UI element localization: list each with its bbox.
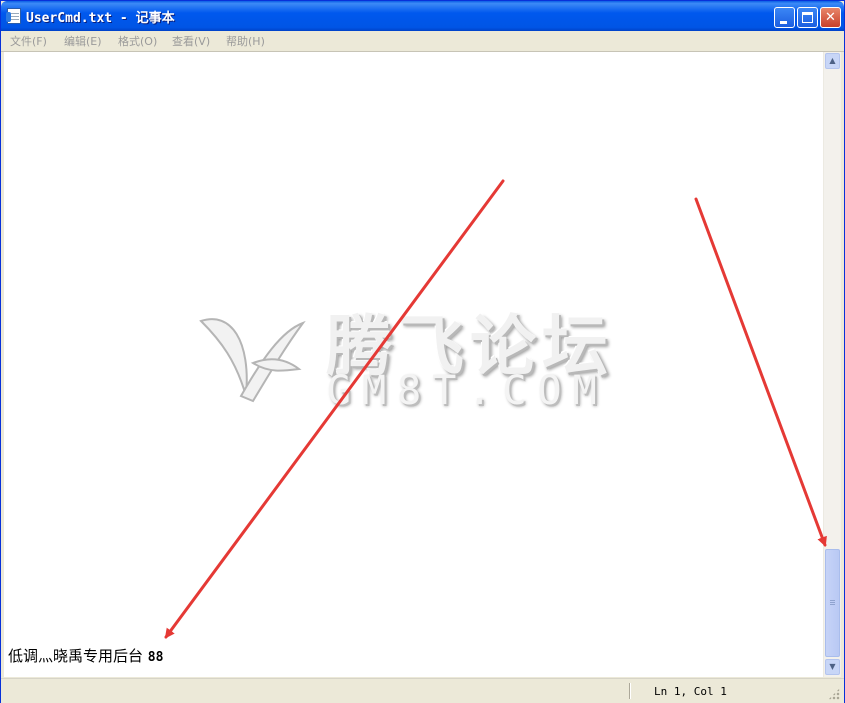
editor-line: 低调灬晓禹专用后台 88 — [8, 645, 163, 666]
resize-grip-icon[interactable] — [828, 688, 840, 700]
chevron-down-icon: ▼ — [829, 662, 836, 671]
menu-help[interactable]: 帮助(H) — [226, 33, 265, 49]
menu-edit[interactable]: 编辑(E) — [64, 33, 102, 49]
notepad-window: UserCmd.txt - 记事本 ✕ 文件(F) 编辑(E) 格式(O) 查看… — [0, 0, 845, 703]
maximize-icon — [802, 12, 813, 23]
cursor-position: Ln 1, Col 1 — [654, 685, 727, 698]
scroll-up-button[interactable]: ▲ — [825, 53, 840, 69]
minimize-icon — [780, 21, 787, 24]
menu-format[interactable]: 格式(O) — [118, 33, 157, 49]
scroll-down-button[interactable]: ▼ — [825, 659, 840, 675]
menu-bar: 文件(F) 编辑(E) 格式(O) 查看(V) 帮助(H) — [1, 31, 844, 52]
close-icon: ✕ — [825, 10, 836, 25]
title-bar[interactable]: UserCmd.txt - 记事本 ✕ — [1, 1, 844, 31]
status-divider — [629, 683, 630, 699]
window-title: UserCmd.txt - 记事本 — [26, 11, 175, 26]
scrollbar-thumb[interactable] — [825, 549, 840, 657]
vertical-scrollbar[interactable]: ▲ ▼ — [823, 52, 841, 677]
watermark-subtitle: GM8T.COM — [327, 368, 608, 414]
watermark-logo-icon — [199, 318, 306, 403]
menu-view[interactable]: 查看(V) — [172, 33, 210, 49]
chevron-up-icon: ▲ — [829, 56, 836, 65]
editor-line-number: 88 — [147, 650, 164, 665]
notepad-icon[interactable] — [6, 8, 21, 24]
minimize-button[interactable] — [774, 7, 795, 28]
close-button[interactable]: ✕ — [820, 7, 841, 28]
menu-file[interactable]: 文件(F) — [10, 33, 47, 49]
status-bar: Ln 1, Col 1 — [1, 678, 844, 703]
editor-line-text: 低调灬晓禹专用后台 — [8, 647, 144, 665]
maximize-button[interactable] — [797, 7, 818, 28]
forum-watermark: 腾飞论坛 GM8T.COM — [191, 293, 661, 414]
